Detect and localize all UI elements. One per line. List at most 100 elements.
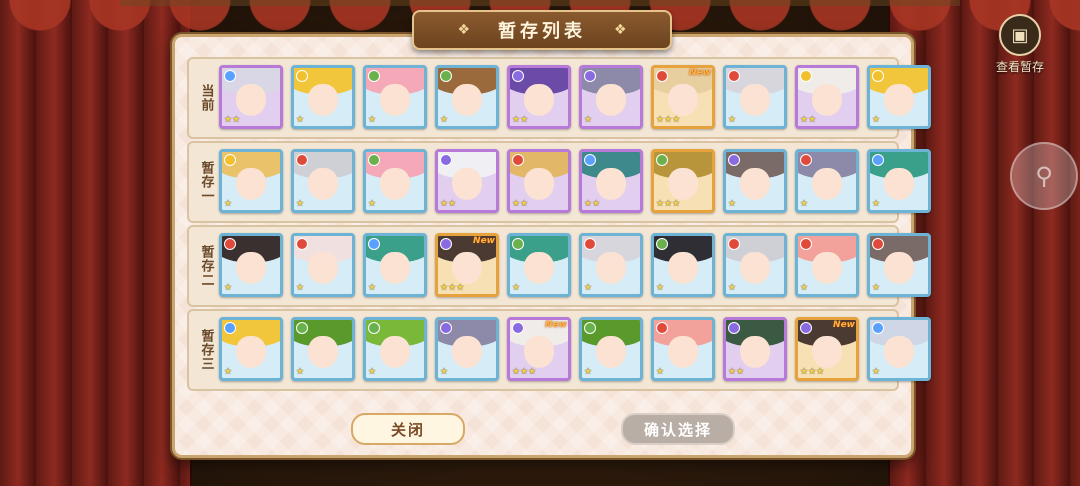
storage-row[interactable]: 当前 ★★ ★ ★ ★ ★★ ★ ★★★ New ★ ★★ ★	[187, 57, 931, 139]
portrait-face	[452, 84, 482, 116]
character-card[interactable]: ★	[795, 233, 859, 297]
portrait-face	[308, 252, 338, 284]
character-card[interactable]: ★★★ New	[795, 317, 859, 381]
element-icon	[656, 154, 668, 166]
lock-icon: ⚲	[1035, 162, 1053, 190]
element-icon	[368, 70, 380, 82]
confirm-selection-button[interactable]: 确认选择	[621, 413, 735, 445]
row-label: 当前	[198, 84, 214, 112]
portrait-face	[596, 252, 626, 284]
rarity-stars: ★	[368, 199, 377, 209]
rarity-stars: ★	[584, 283, 593, 293]
storage-row[interactable]: 暂存一 ★ ★ ★ ★★ ★★ ★★ ★★★ ★ ★ ★	[187, 141, 931, 223]
character-card[interactable]: ★	[363, 233, 427, 297]
character-card[interactable]: ★	[363, 149, 427, 213]
view-storage-label: 查看暂存	[995, 60, 1044, 74]
character-card[interactable]: ★	[867, 233, 931, 297]
character-card[interactable]: ★	[219, 233, 283, 297]
rarity-stars: ★★	[800, 115, 817, 125]
character-card[interactable]: ★	[579, 233, 643, 297]
rarity-stars: ★	[872, 283, 881, 293]
character-card[interactable]: ★★★ New	[435, 233, 499, 297]
character-card[interactable]: ★	[363, 65, 427, 129]
portrait-face	[740, 84, 770, 116]
character-card[interactable]: ★★★ New	[507, 317, 571, 381]
rarity-stars: ★	[728, 115, 737, 125]
character-card[interactable]: ★★	[795, 65, 859, 129]
element-icon	[656, 70, 668, 82]
character-card[interactable]: ★	[723, 65, 787, 129]
rarity-stars: ★	[368, 367, 377, 377]
character-card[interactable]: ★★	[507, 149, 571, 213]
rarity-stars: ★	[512, 283, 521, 293]
character-card[interactable]: ★	[723, 149, 787, 213]
element-icon	[368, 154, 380, 166]
new-badge: New	[473, 236, 495, 246]
character-card[interactable]: ★★★	[651, 149, 715, 213]
character-card[interactable]: ★	[579, 317, 643, 381]
rarity-stars: ★	[296, 283, 305, 293]
new-badge: New	[833, 320, 855, 330]
ornament-icon: ❖	[614, 22, 627, 38]
character-card[interactable]: ★	[435, 65, 499, 129]
character-card[interactable]: ★★	[219, 65, 283, 129]
element-icon	[296, 154, 308, 166]
character-card[interactable]: ★	[219, 149, 283, 213]
character-card[interactable]: ★★	[723, 317, 787, 381]
element-icon	[872, 322, 884, 334]
element-icon	[800, 238, 812, 250]
character-card[interactable]: ★★★ New	[651, 65, 715, 129]
portrait-face	[740, 336, 770, 368]
element-icon	[440, 154, 452, 166]
element-icon	[512, 154, 524, 166]
portrait-face	[884, 168, 914, 200]
portrait-face	[740, 252, 770, 284]
view-storage-button[interactable]: ▣ 查看暂存	[988, 14, 1052, 75]
close-button[interactable]: 关闭	[351, 413, 465, 445]
portrait-face	[884, 336, 914, 368]
character-card[interactable]: ★	[867, 65, 931, 129]
element-icon	[296, 70, 308, 82]
character-card[interactable]: ★	[867, 149, 931, 213]
rarity-stars: ★★★	[656, 199, 681, 209]
storage-row[interactable]: 暂存二 ★ ★ ★ ★★★ New ★ ★ ★ ★ ★ ★	[187, 225, 931, 307]
character-card[interactable]: ★	[651, 317, 715, 381]
lock-float-button[interactable]: ⚲	[1010, 142, 1078, 210]
character-card[interactable]: ★★	[579, 149, 643, 213]
character-card[interactable]: ★★	[507, 65, 571, 129]
character-card[interactable]: ★	[579, 65, 643, 129]
rarity-stars: ★	[584, 115, 593, 125]
element-icon	[440, 238, 452, 250]
character-card[interactable]: ★	[723, 233, 787, 297]
character-card[interactable]: ★	[435, 317, 499, 381]
character-card[interactable]: ★	[291, 149, 355, 213]
element-icon	[872, 238, 884, 250]
rarity-stars: ★★	[512, 115, 529, 125]
rarity-stars: ★★	[584, 199, 601, 209]
character-card[interactable]: ★	[363, 317, 427, 381]
element-icon	[512, 238, 524, 250]
character-card[interactable]: ★	[291, 65, 355, 129]
element-icon	[728, 70, 740, 82]
element-icon	[368, 238, 380, 250]
storage-row[interactable]: 暂存三 ★ ★ ★ ★ ★★★ New ★ ★ ★★ ★★★ New ★	[187, 309, 931, 391]
character-card[interactable]: ★★	[435, 149, 499, 213]
rarity-stars: ★	[368, 283, 377, 293]
character-card[interactable]: ★	[795, 149, 859, 213]
character-card[interactable]: ★	[291, 317, 355, 381]
character-card[interactable]: ★	[867, 317, 931, 381]
portrait-face	[524, 84, 554, 116]
rarity-stars: ★★★	[656, 115, 681, 125]
element-icon	[512, 322, 524, 334]
character-card[interactable]: ★	[651, 233, 715, 297]
character-card[interactable]: ★	[219, 317, 283, 381]
portrait-face	[236, 84, 266, 116]
portrait-face	[596, 336, 626, 368]
character-card[interactable]: ★	[291, 233, 355, 297]
row-label: 暂存一	[198, 161, 214, 203]
character-card[interactable]: ★	[507, 233, 571, 297]
portrait-face	[668, 336, 698, 368]
card-list: ★ ★ ★ ★★ ★★ ★★ ★★★ ★ ★ ★	[219, 149, 931, 213]
element-icon	[584, 70, 596, 82]
element-icon	[728, 322, 740, 334]
